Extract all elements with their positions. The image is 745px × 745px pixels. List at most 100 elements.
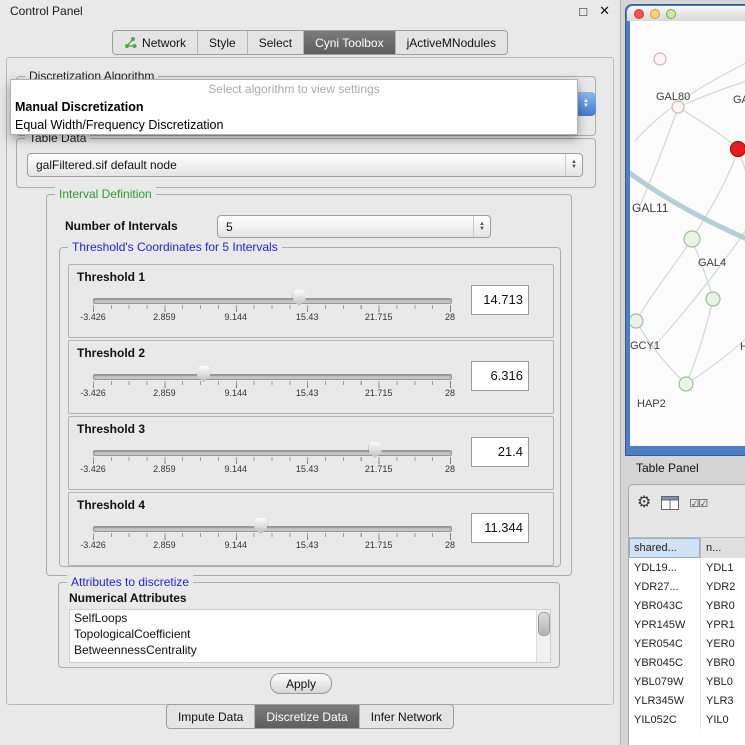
table-cell[interactable]: YPR145W xyxy=(629,615,700,634)
attribute-list-item[interactable]: TopologicalCoefficient xyxy=(70,626,537,642)
slider-track[interactable] xyxy=(93,526,452,532)
slider-scale-label: 2.859 xyxy=(153,388,176,398)
slider-scale-label: 15.43 xyxy=(296,540,319,550)
attribute-list-item[interactable]: SelfLoops xyxy=(70,610,537,626)
list-scrollbar[interactable] xyxy=(536,610,550,662)
table-cell[interactable]: YDL1 xyxy=(700,558,745,577)
numerical-attributes-list[interactable]: SelfLoopsTopologicalCoefficientBetweenne… xyxy=(69,609,551,663)
window-minimize-button[interactable] xyxy=(650,9,660,19)
slider-track[interactable] xyxy=(93,450,452,456)
table-data-group: Table Data galFiltered.sif default node … xyxy=(16,138,596,188)
threshold-value-field[interactable]: 21.4 xyxy=(471,437,529,467)
node-label: GAL80 xyxy=(656,91,690,103)
slider-ticks-minor xyxy=(93,457,450,461)
table-row[interactable]: YIL052CYIL0 xyxy=(629,710,745,729)
gear-icon[interactable]: ⚙ xyxy=(637,495,651,511)
table-cell[interactable]: YER054C xyxy=(629,634,700,653)
dropdown-item-manual-discretization[interactable]: Manual Discretization xyxy=(11,98,577,116)
network-node-selected[interactable] xyxy=(731,142,745,157)
tab-infer-network[interactable]: Infer Network xyxy=(359,705,453,728)
tab-select[interactable]: Select xyxy=(247,31,303,54)
table-cell[interactable]: YBL0 xyxy=(700,672,745,691)
attribute-list-item[interactable]: BetweennessCentrality xyxy=(70,642,537,658)
table-cell[interactable]: YPR1 xyxy=(700,615,745,634)
threshold-value-field[interactable]: 11.344 xyxy=(471,513,529,543)
combo-stepper-icon: ▲▼ xyxy=(473,216,490,237)
group-title: Threshold's Coordinates for 5 Intervals xyxy=(68,240,282,254)
tab-cyni-toolbox[interactable]: Cyni Toolbox xyxy=(303,31,394,54)
tab-label: Style xyxy=(209,36,236,50)
thresholds-group: Threshold's Coordinates for 5 Intervals … xyxy=(59,247,561,567)
table-data-combobox[interactable]: galFiltered.sif default node ▲▼ xyxy=(27,153,583,177)
table-cell[interactable]: YLR345W xyxy=(629,691,700,710)
table-cell[interactable]: YBR0 xyxy=(700,653,745,672)
columns-icon[interactable] xyxy=(661,496,679,510)
slider-scale-label: 15.43 xyxy=(296,464,319,474)
combo-value: galFiltered.sif default node xyxy=(28,158,565,172)
table-cell[interactable]: YIL0 xyxy=(700,710,745,729)
threshold-value-field[interactable]: 6.316 xyxy=(471,361,529,391)
network-node[interactable] xyxy=(679,377,693,391)
num-intervals-label: Number of Intervals xyxy=(65,219,178,233)
slider-scale-label: 2.859 xyxy=(153,312,176,322)
node-label: H xyxy=(740,341,745,353)
slider-scale-label: 21.715 xyxy=(365,540,393,550)
tab-style[interactable]: Style xyxy=(197,31,247,54)
table-row[interactable]: YPR145WYPR1 xyxy=(629,615,745,634)
apply-button[interactable]: Apply xyxy=(270,673,332,694)
column-header-shared-name[interactable]: shared... xyxy=(629,538,700,558)
table-cell[interactable]: YBR045C xyxy=(629,653,700,672)
table-cell[interactable]: YIL052C xyxy=(629,710,700,729)
algorithm-dropdown: Select algorithm to view settings Manual… xyxy=(10,79,578,135)
network-icon xyxy=(124,37,137,49)
combo-value: 5 xyxy=(218,220,473,234)
network-node[interactable] xyxy=(684,231,700,247)
window-zoom-button[interactable] xyxy=(666,9,676,19)
table-row[interactable]: YDL19...YDL1 xyxy=(629,558,745,577)
table-row[interactable]: YBR043CYBR0 xyxy=(629,596,745,615)
tab-impute-data[interactable]: Impute Data xyxy=(167,705,254,728)
close-icon[interactable]: ✕ xyxy=(599,3,610,19)
tab-label: Select xyxy=(259,36,292,50)
table-row[interactable]: YER054CYER0 xyxy=(629,634,745,653)
attributes-list-items: SelfLoopsTopologicalCoefficientBetweenne… xyxy=(70,610,537,662)
table-cell[interactable]: YDR2 xyxy=(700,577,745,596)
slider-scale-label: 9.144 xyxy=(225,464,248,474)
tab-jactivemnodules[interactable]: jActiveMNodules xyxy=(395,31,507,54)
threshold-label: Threshold 2 xyxy=(77,346,145,360)
dropdown-item-equal-width-frequency[interactable]: Equal Width/Frequency Discretization xyxy=(11,116,577,134)
table-cell[interactable]: YER0 xyxy=(700,634,745,653)
show-columns-icon[interactable]: ☑☑ xyxy=(689,497,707,510)
network-canvas[interactable]: GAL80 GA GAL11 GAL4 GCY1 HAP2 H xyxy=(630,21,745,446)
network-node[interactable] xyxy=(630,314,643,328)
table-row[interactable]: YDR27...YDR2 xyxy=(629,577,745,596)
table-cell[interactable]: YBR043C xyxy=(629,596,700,615)
table-header: shared... n... xyxy=(629,537,745,559)
network-node[interactable] xyxy=(706,292,720,306)
slider-track[interactable] xyxy=(93,298,452,304)
tab-label: Impute Data xyxy=(178,710,243,724)
slider-scale-label: 21.715 xyxy=(365,388,393,398)
table-cell[interactable]: YLR3 xyxy=(700,691,745,710)
slider-scale-label: 2.859 xyxy=(153,464,176,474)
slider-scale-label: 2.859 xyxy=(153,540,176,550)
table-cell[interactable]: YBL079W xyxy=(629,672,700,691)
num-intervals-combobox[interactable]: 5 ▲▼ xyxy=(217,215,491,238)
node-label: GAL11 xyxy=(632,201,669,215)
network-node[interactable] xyxy=(654,53,666,65)
tab-discretize-data[interactable]: Discretize Data xyxy=(254,705,358,728)
slider-track[interactable] xyxy=(93,374,452,380)
table-cell[interactable]: YBR0 xyxy=(700,596,745,615)
table-row[interactable]: YBR045CYBR0 xyxy=(629,653,745,672)
threshold-value-field[interactable]: 14.713 xyxy=(471,285,529,315)
slider-scale-label: 28 xyxy=(445,388,455,398)
table-cell[interactable]: YDL19... xyxy=(629,558,700,577)
float-window-icon[interactable]: □ xyxy=(579,4,587,19)
table-row[interactable]: YLR345WYLR3 xyxy=(629,691,745,710)
scrollbar-thumb[interactable] xyxy=(538,612,550,636)
table-cell[interactable]: YDR27... xyxy=(629,577,700,596)
table-row[interactable]: YBL079WYBL0 xyxy=(629,672,745,691)
window-close-button[interactable] xyxy=(634,9,644,19)
column-header-name[interactable]: n... xyxy=(700,538,745,558)
tab-network[interactable]: Network xyxy=(113,31,197,54)
